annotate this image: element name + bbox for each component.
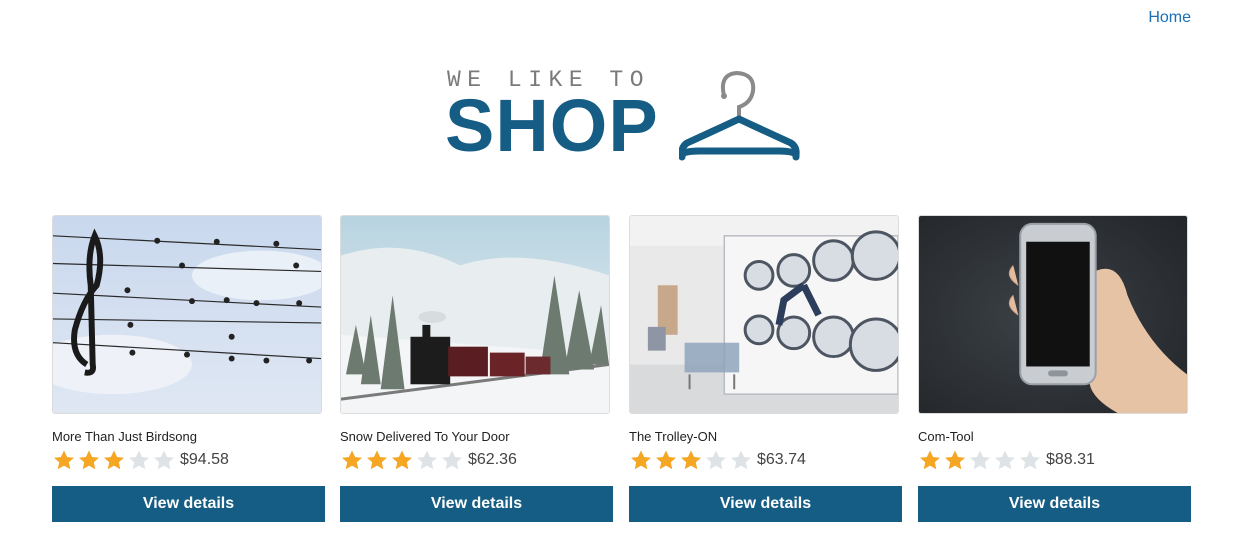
hanger-icon: [679, 71, 800, 161]
product-price: $63.74: [757, 451, 806, 468]
view-details-button[interactable]: View details: [52, 486, 325, 522]
product-price: $62.36: [468, 451, 517, 468]
product-title: Com-Tool: [918, 429, 974, 444]
rating-row: $63.74: [629, 449, 902, 471]
product-image-train[interactable]: [340, 215, 610, 414]
star-empty-icon: [995, 450, 1015, 470]
star-empty-icon: [970, 450, 990, 470]
site-logo[interactable]: WE LIKE TO SHOP: [445, 64, 805, 168]
star-filled-icon: [631, 450, 651, 470]
view-details-button[interactable]: View details: [629, 486, 902, 522]
star-filled-icon: [392, 450, 412, 470]
product-price: $94.58: [180, 451, 229, 468]
product-image-birds[interactable]: [52, 215, 322, 414]
star-empty-icon: [442, 450, 462, 470]
star-rating: [918, 449, 1042, 471]
star-rating: [340, 449, 464, 471]
star-empty-icon: [154, 450, 174, 470]
view-details-button[interactable]: View details: [918, 486, 1191, 522]
view-details-button[interactable]: View details: [340, 486, 613, 522]
star-rating: [52, 449, 176, 471]
star-filled-icon: [342, 450, 362, 470]
rating-row: $88.31: [918, 449, 1191, 471]
product-card: More Than Just Birdsong $94.58 View deta…: [52, 215, 325, 522]
star-filled-icon: [79, 450, 99, 470]
home-link[interactable]: Home: [1148, 9, 1191, 26]
product-card: Snow Delivered To Your Door $62.36 View …: [340, 215, 613, 522]
star-filled-icon: [681, 450, 701, 470]
product-price: $88.31: [1046, 451, 1095, 468]
star-empty-icon: [129, 450, 149, 470]
rating-row: $94.58: [52, 449, 325, 471]
product-title: Snow Delivered To Your Door: [340, 429, 510, 444]
product-title: The Trolley-ON: [629, 429, 718, 444]
star-rating: [629, 449, 753, 471]
product-image-phone[interactable]: [918, 215, 1188, 414]
star-filled-icon: [54, 450, 74, 470]
top-nav: Home: [1148, 9, 1191, 27]
product-title: More Than Just Birdsong: [52, 429, 197, 444]
star-filled-icon: [367, 450, 387, 470]
star-filled-icon: [920, 450, 940, 470]
star-empty-icon: [417, 450, 437, 470]
star-empty-icon: [706, 450, 726, 470]
star-empty-icon: [1020, 450, 1040, 470]
product-card: The Trolley-ON $63.74 View details: [629, 215, 902, 522]
star-filled-icon: [656, 450, 676, 470]
product-image-laundromat[interactable]: [629, 215, 899, 414]
logo-word: SHOP: [445, 84, 659, 167]
star-filled-icon: [945, 450, 965, 470]
star-empty-icon: [731, 450, 751, 470]
star-filled-icon: [104, 450, 124, 470]
rating-row: $62.36: [340, 449, 613, 471]
product-card: Com-Tool $88.31 View details: [918, 215, 1191, 522]
